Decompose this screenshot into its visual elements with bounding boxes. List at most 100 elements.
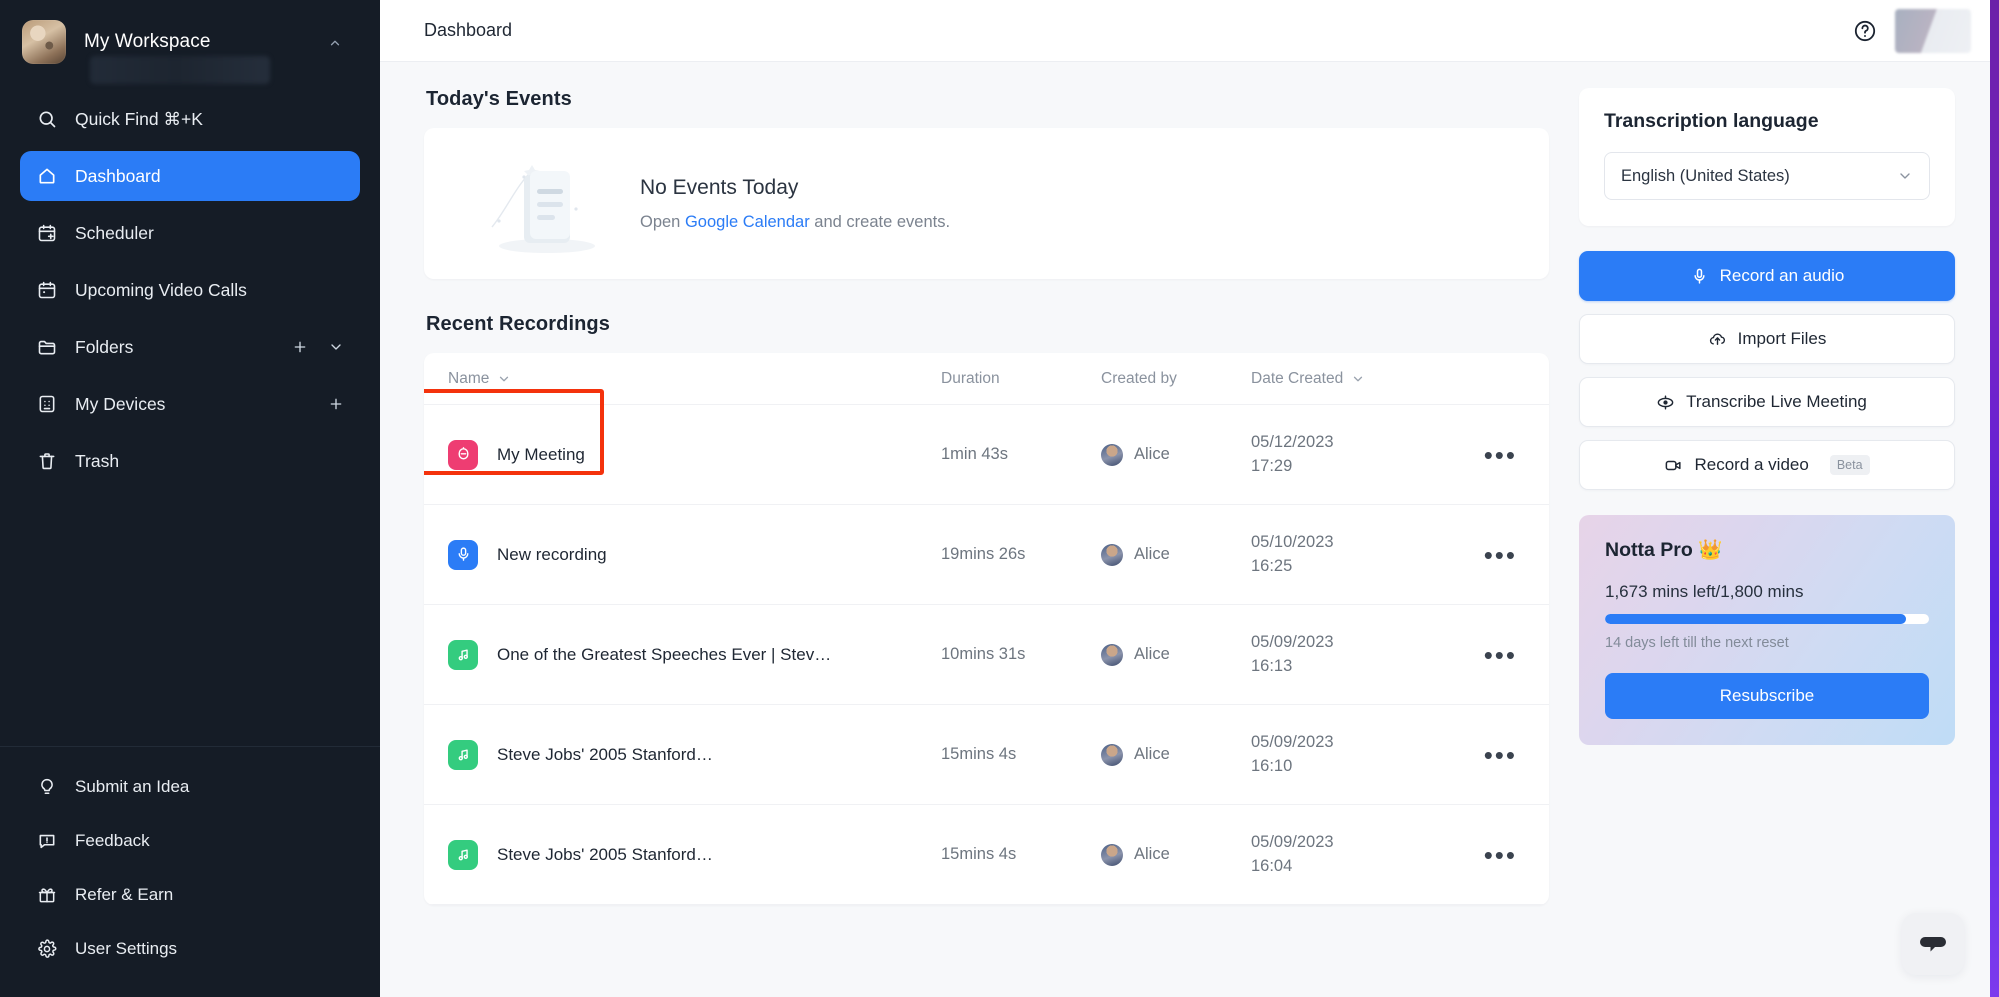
- workspace-switcher[interactable]: My Workspace: [0, 0, 380, 84]
- transcription-card-title: Transcription language: [1604, 110, 1819, 132]
- sidebar-item-label: Submit an Idea: [75, 777, 190, 796]
- chevron-down-icon[interactable]: [328, 339, 344, 355]
- sidebar-item-feedback[interactable]: Feedback: [20, 819, 360, 863]
- add-folder-button[interactable]: [292, 339, 308, 355]
- sidebar-item-label: Scheduler: [75, 222, 154, 243]
- recording-date-day: 05/09/2023: [1251, 833, 1334, 852]
- sidebar-item-my-devices[interactable]: My Devices: [20, 379, 360, 429]
- feedback-icon: [36, 830, 58, 852]
- chat-bubble-icon[interactable]: [1902, 913, 1964, 975]
- recordings-table: Name Duration Created by Date Created My…: [424, 353, 1549, 905]
- recording-date-time: 16:25: [1251, 556, 1293, 575]
- chevron-up-icon[interactable]: [328, 36, 342, 52]
- workspace-blurred-detail: [90, 56, 270, 84]
- recording-date-time: 16:10: [1251, 756, 1293, 775]
- recording-name: Steve Jobs' 2005 Stanford…: [497, 844, 713, 864]
- sidebar-item-label: Upcoming Video Calls: [75, 279, 247, 300]
- minutes-remaining: 1,673 mins left/1,800 mins: [1605, 582, 1804, 601]
- recording-name: Steve Jobs' 2005 Stanford…: [497, 744, 713, 764]
- sidebar-nav: Quick Find ⌘+K Dashboard Scheduler Upcom…: [0, 72, 380, 493]
- avatar: [1101, 443, 1123, 466]
- sidebar-item-upcoming-video-calls[interactable]: Upcoming Video Calls: [20, 265, 360, 315]
- no-events-sub-suffix: and create events.: [809, 212, 951, 231]
- sidebar-item-submit-an-idea[interactable]: Submit an Idea: [20, 765, 360, 809]
- notta-pro-card: Notta Pro 👑 1,673 mins left/1,800 mins 1…: [1579, 515, 1955, 745]
- table-row[interactable]: Steve Jobs' 2005 Stanford… 15mins 4s Ali…: [424, 805, 1549, 905]
- mic-icon: [1690, 267, 1709, 286]
- recording-duration: 1min 43s: [941, 445, 1008, 463]
- recording-date: 05/09/2023 16:04: [1251, 831, 1451, 878]
- recording-name: One of the Greatest Speeches Ever | Stev…: [497, 644, 832, 664]
- gear-icon: [36, 938, 58, 960]
- dashboard-content: Today's Events No Events Today Open Goog…: [380, 62, 1999, 997]
- recording-duration: 15mins 4s: [941, 745, 1017, 763]
- recording-creator: Alice: [1134, 445, 1170, 463]
- sidebar-item-trash[interactable]: Trash: [20, 436, 360, 486]
- add-device-button[interactable]: [328, 396, 344, 412]
- table-row[interactable]: My Meeting 1min 43s Alice 05/12/2023 17:2…: [424, 405, 1549, 505]
- sidebar-item-dashboard[interactable]: Dashboard: [20, 151, 360, 201]
- table-row[interactable]: Steve Jobs' 2005 Stanford… 15mins 4s Ali…: [424, 705, 1549, 805]
- column-header-created-by: Created by: [1101, 369, 1177, 387]
- sidebar-item-user-settings[interactable]: User Settings: [20, 927, 360, 971]
- sidebar-item-label: Refer & Earn: [75, 885, 174, 904]
- import-files-button[interactable]: Import Files: [1579, 314, 1955, 364]
- sidebar-item-folders[interactable]: Folders: [20, 322, 360, 372]
- language-select-value: English (United States): [1621, 166, 1790, 185]
- notta-pro-title: Notta Pro 👑: [1605, 538, 1929, 562]
- more-horizontal-icon[interactable]: •••: [1480, 642, 1521, 668]
- transcribe-live-meeting-button[interactable]: Transcribe Live Meeting: [1579, 377, 1955, 427]
- google-calendar-link[interactable]: Google Calendar: [685, 213, 810, 231]
- trash-icon: [36, 450, 58, 472]
- recording-duration: 19mins 26s: [941, 545, 1026, 563]
- help-circle-icon[interactable]: [1853, 19, 1877, 43]
- record-an-audio-button[interactable]: Record an audio: [1579, 251, 1955, 301]
- chevron-down-icon: [1897, 168, 1913, 184]
- app-root: My Workspace Quick Find ⌘+K Dashboard Sc…: [0, 0, 1999, 997]
- more-horizontal-icon[interactable]: •••: [1480, 442, 1521, 468]
- sidebar-item-refer-and-earn[interactable]: Refer & Earn: [20, 873, 360, 917]
- import-files-label: Import Files: [1737, 329, 1827, 348]
- no-events-heading: No Events Today: [640, 175, 799, 199]
- sidebar-item-scheduler[interactable]: Scheduler: [20, 208, 360, 258]
- avatar: [1101, 843, 1123, 866]
- sidebar-item-label: My Devices: [75, 393, 166, 414]
- calendar-plus-icon: [36, 222, 58, 244]
- recording-date-time: 16:04: [1251, 856, 1293, 875]
- recording-date: 05/10/2023 16:25: [1251, 531, 1451, 578]
- topbar-actions: [1853, 8, 1971, 53]
- recording-date: 05/09/2023 16:10: [1251, 731, 1451, 778]
- recording-date: 05/09/2023 16:13: [1251, 631, 1451, 678]
- user-avatar[interactable]: [1895, 8, 1971, 53]
- sidebar-item-label: Dashboard: [75, 165, 161, 186]
- column-header-date-created[interactable]: Date Created: [1251, 370, 1451, 388]
- transcription-language-card: Transcription language English (United S…: [1579, 88, 1955, 226]
- resubscribe-button[interactable]: Resubscribe: [1605, 673, 1929, 719]
- reset-note: 14 days left till the next reset: [1605, 635, 1789, 651]
- meeting-icon: [448, 439, 478, 470]
- more-horizontal-icon[interactable]: •••: [1480, 742, 1521, 768]
- recording-date-time: 16:13: [1251, 656, 1293, 675]
- no-events-sub-prefix: Open: [640, 212, 685, 231]
- more-horizontal-icon[interactable]: •••: [1480, 842, 1521, 868]
- sidebar-item-quick-find[interactable]: Quick Find ⌘+K: [20, 94, 360, 144]
- record-a-video-button[interactable]: Record a video Beta: [1579, 440, 1955, 490]
- table-row[interactable]: New recording 19mins 26s Alice 05/10/202…: [424, 505, 1549, 605]
- table-row[interactable]: One of the Greatest Speeches Ever | Stev…: [424, 605, 1549, 705]
- record-an-audio-label: Record an audio: [1719, 266, 1845, 285]
- more-horizontal-icon[interactable]: •••: [1480, 542, 1521, 568]
- avatar: [1101, 743, 1123, 766]
- recording-date-day: 05/12/2023: [1251, 433, 1334, 452]
- sidebar-footer-nav: Submit an Idea Feedback Refer & Earn Use…: [0, 757, 380, 997]
- column-header-name[interactable]: Name: [448, 370, 511, 388]
- chevron-down-icon: [1351, 372, 1365, 386]
- recording-creator: Alice: [1134, 645, 1170, 663]
- topbar: Dashboard: [380, 0, 1999, 62]
- search-icon: [36, 108, 58, 130]
- recording-creator: Alice: [1134, 745, 1170, 763]
- language-select[interactable]: English (United States): [1604, 152, 1930, 200]
- workspace-name: My Workspace: [84, 31, 211, 52]
- sidebar-divider: [0, 746, 380, 747]
- sidebar-item-label: Feedback: [75, 831, 150, 850]
- audio-file-icon: [448, 839, 478, 870]
